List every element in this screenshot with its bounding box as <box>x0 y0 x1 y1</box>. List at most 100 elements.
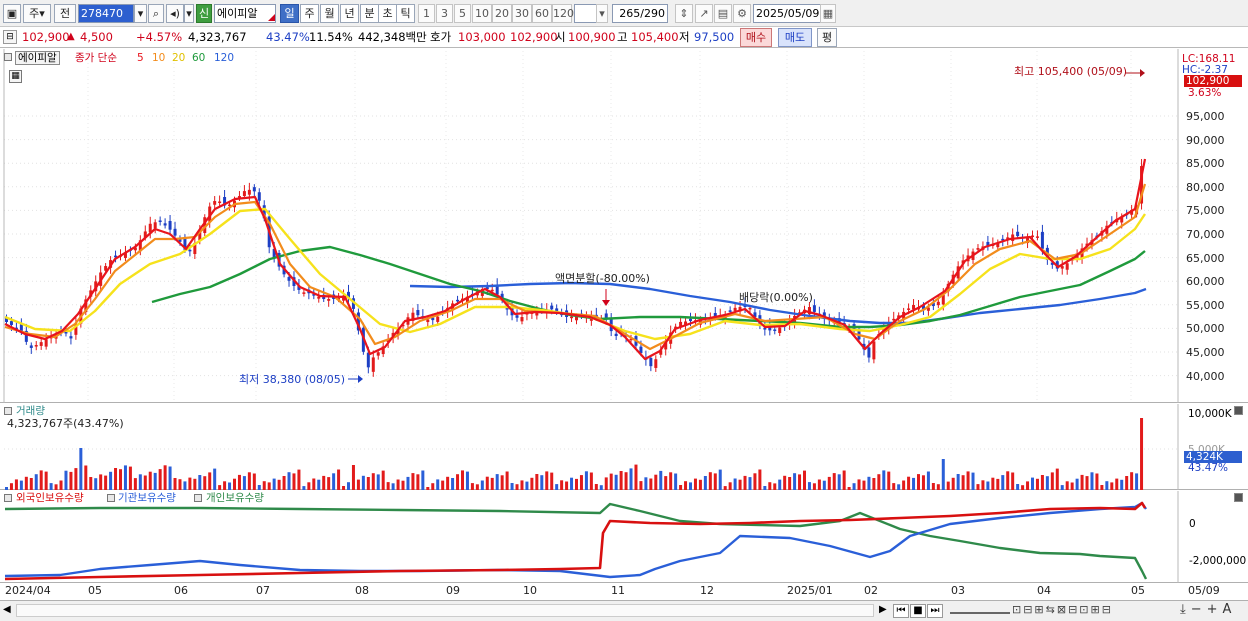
date-tick: 2025/01 <box>787 584 833 597</box>
volume-bar <box>758 469 762 490</box>
volume-bar <box>366 477 370 490</box>
code-dropdown-icon[interactable]: ▾ <box>134 4 147 23</box>
min-10[interactable]: 10 <box>472 4 492 23</box>
tool-icons[interactable]: ⊡⊟⊞⇆⊠⊟⊡⊞⊟ <box>1012 603 1113 616</box>
volume-bar <box>109 471 113 490</box>
custom-period-dropdown-icon[interactable]: ▾ <box>596 4 608 23</box>
settings-icon[interactable]: ⚙ <box>733 4 751 23</box>
min-3[interactable]: 3 <box>436 4 453 23</box>
zoom-in-icon[interactable]: ⇕ <box>675 4 693 23</box>
period-month[interactable]: 월 <box>320 4 339 23</box>
holder-chart[interactable] <box>0 491 1248 583</box>
volume-bar <box>267 482 271 490</box>
volume-bar <box>89 477 93 490</box>
volume-bar <box>684 481 688 490</box>
high-price: 105,400 <box>631 30 679 44</box>
last-icon[interactable]: ⏭ <box>927 604 943 618</box>
market-select[interactable]: 주▾ <box>23 4 51 23</box>
period-tick[interactable]: 틱 <box>396 4 415 23</box>
layout-icon[interactable]: ▣ <box>3 4 21 23</box>
speaker-icon[interactable]: ◂) <box>166 4 184 23</box>
volume-bar <box>748 477 752 490</box>
table-icon[interactable]: ▦ <box>9 70 22 83</box>
period-minute[interactable]: 분 <box>360 4 379 23</box>
save-icon[interactable]: ▤ <box>714 4 732 23</box>
inst-legend-checkbox[interactable] <box>107 494 115 502</box>
candle-body <box>936 301 940 306</box>
current-price: 102,900 <box>22 30 70 44</box>
volume-close-icon[interactable] <box>1234 406 1243 415</box>
volume-title: 거래량 <box>16 405 45 417</box>
count-total: /290 <box>640 7 665 20</box>
buy-button[interactable]: 매수 <box>740 28 772 47</box>
volume-bar <box>743 475 747 490</box>
legend-foreign: 외국인보유수량 <box>16 492 84 504</box>
stock-name-field[interactable]: 에이피알 <box>214 4 276 23</box>
volume-bar <box>1055 468 1059 490</box>
candle-body <box>237 196 241 198</box>
zoom-controls[interactable]: ⤓−+A <box>1180 602 1236 617</box>
volume-bar <box>302 486 306 490</box>
volume-legend-checkbox[interactable] <box>4 407 12 415</box>
indiv-legend-checkbox[interactable] <box>194 494 202 502</box>
holder-legend-checkbox[interactable] <box>4 494 12 502</box>
volume-bar <box>99 474 103 490</box>
date-input[interactable]: 2025/05/09 <box>753 4 821 23</box>
min-1[interactable]: 1 <box>418 4 435 23</box>
candle-body <box>218 201 222 204</box>
volume-bar <box>669 472 673 490</box>
min-20[interactable]: 20 <box>492 4 512 23</box>
period-day[interactable]: 일 <box>280 4 299 23</box>
period-second[interactable]: 초 <box>378 4 397 23</box>
sell-button[interactable]: 매도 <box>778 28 812 47</box>
draw-tool-icon[interactable]: ↗ <box>695 4 713 23</box>
min-30[interactable]: 30 <box>512 4 532 23</box>
speaker-dropdown-icon[interactable]: ▾ <box>184 4 194 23</box>
price-tick: 95,000 <box>1186 110 1225 123</box>
calendar-icon[interactable]: ▦ <box>820 4 836 23</box>
volume-bar <box>515 484 519 490</box>
volume-bar <box>1095 473 1099 490</box>
first-icon[interactable]: ⏮ <box>893 604 909 618</box>
volume-bar <box>698 479 702 490</box>
open-price: 100,900 <box>568 30 616 44</box>
period-week[interactable]: 주 <box>300 4 319 23</box>
volume-bar <box>917 474 920 490</box>
min-120[interactable]: 120 <box>552 4 574 23</box>
legend-checkbox[interactable] <box>4 53 12 61</box>
volume-bar <box>282 476 286 490</box>
min-5[interactable]: 5 <box>454 4 471 23</box>
mode-button[interactable]: 전 <box>54 4 76 23</box>
volume-bar <box>14 479 18 490</box>
search-icon[interactable]: ⌕ <box>148 4 164 23</box>
volume-chart[interactable] <box>0 404 1248 490</box>
price-chart[interactable] <box>0 49 1248 403</box>
candle-body <box>907 308 911 310</box>
holder-close-icon[interactable] <box>1234 493 1243 502</box>
candle-body <box>188 249 192 252</box>
volume-bar <box>812 483 816 490</box>
zoom-slider[interactable] <box>950 606 1010 614</box>
collapse-icon[interactable]: ⊟ <box>3 30 17 44</box>
scroll-right-icon[interactable]: ▶ <box>879 604 891 617</box>
volume-bar <box>1110 482 1114 490</box>
volume-bar <box>788 477 792 490</box>
volume-bar <box>1006 471 1010 490</box>
min-60[interactable]: 60 <box>532 4 552 23</box>
scroll-left-icon[interactable]: ◀ <box>3 604 15 617</box>
scrollbar-track[interactable] <box>16 604 874 617</box>
candle-body <box>872 341 876 360</box>
volume-bar <box>272 478 276 490</box>
volume-bar <box>912 477 916 490</box>
eval-button[interactable]: 평 <box>817 28 837 47</box>
period-year[interactable]: 년 <box>340 4 359 23</box>
volume-bar <box>1035 478 1039 490</box>
price-tick: 65,000 <box>1186 251 1225 265</box>
stop-icon[interactable]: ■ <box>910 604 926 618</box>
count-field[interactable]: 265/290 <box>612 4 668 23</box>
legend-institution: 기관보유수량 <box>118 492 176 504</box>
volume-bar <box>525 481 529 490</box>
volume-bar <box>500 475 504 490</box>
candle-body <box>1040 231 1044 249</box>
code-input[interactable]: 278470 <box>78 4 134 23</box>
